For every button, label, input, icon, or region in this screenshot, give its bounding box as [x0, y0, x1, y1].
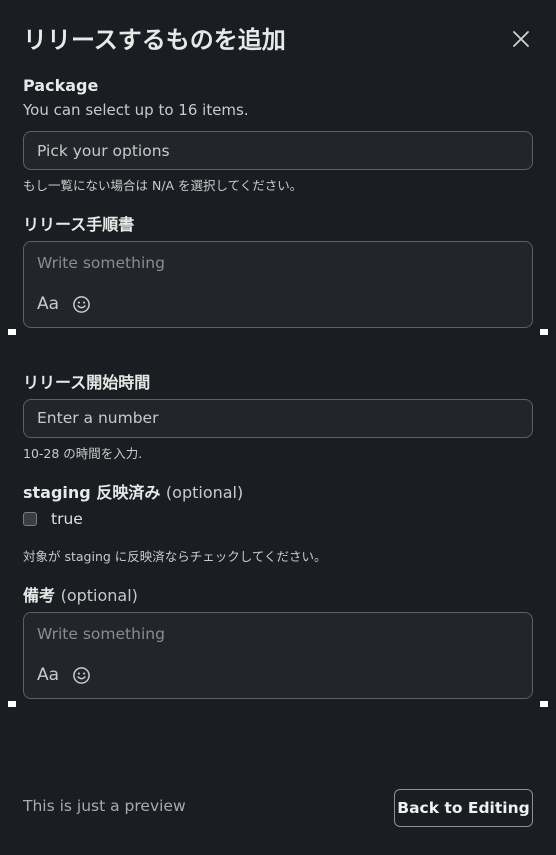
package-note: もし一覧にない場合は N/A を選択してください。	[23, 178, 303, 193]
back-to-editing-button[interactable]: Back to Editing	[394, 789, 533, 827]
package-hint: You can select up to 16 items.	[23, 101, 249, 119]
staging-checkbox-row[interactable]: true	[23, 510, 83, 528]
divider-corner	[540, 701, 548, 707]
staging-checkbox[interactable]	[23, 512, 37, 526]
divider-corner	[8, 701, 16, 707]
text-format-button[interactable]: Aa	[37, 665, 59, 685]
staging-optional: (optional)	[165, 483, 244, 502]
remarks-label-text: 備考	[23, 586, 56, 605]
start-time-note: 10-28 の時間を入力.	[23, 446, 143, 461]
text-format-button[interactable]: Aa	[37, 294, 59, 314]
remarks-label: 備考 (optional)	[23, 582, 138, 606]
remarks-toolbar: Aa	[37, 665, 91, 685]
divider-corner	[8, 329, 16, 335]
package-select-placeholder: Pick your options	[37, 142, 170, 160]
staging-label-text: staging 反映済み	[23, 483, 161, 502]
divider-corner	[540, 329, 548, 335]
staging-checkbox-label: true	[51, 510, 83, 528]
start-time-label: リリース開始時間	[23, 373, 151, 392]
emoji-icon[interactable]	[72, 666, 91, 685]
staging-note: 対象が staging に反映済ならチェックしてください。	[23, 549, 327, 564]
modal-title: リリースするものを追加	[23, 26, 286, 54]
procedure-placeholder: Write something	[37, 254, 165, 272]
modal: リリースするものを追加 Package You can select up to…	[0, 0, 556, 855]
staging-label: staging 反映済み (optional)	[23, 479, 243, 503]
procedure-label: リリース手順書	[23, 215, 135, 234]
emoji-icon[interactable]	[72, 295, 91, 314]
close-button[interactable]	[508, 26, 534, 52]
procedure-toolbar: Aa	[37, 294, 91, 314]
package-select[interactable]: Pick your options	[23, 131, 533, 170]
preview-notice: This is just a preview	[23, 797, 186, 815]
start-time-input[interactable]: Enter a number	[23, 399, 533, 438]
package-label: Package	[23, 76, 99, 95]
remarks-optional: (optional)	[60, 586, 138, 605]
start-time-placeholder: Enter a number	[37, 409, 159, 427]
remarks-input[interactable]: Write something Aa	[23, 612, 533, 699]
remarks-placeholder: Write something	[37, 625, 165, 643]
procedure-input[interactable]: Write something Aa	[23, 241, 533, 328]
close-icon	[513, 31, 529, 47]
